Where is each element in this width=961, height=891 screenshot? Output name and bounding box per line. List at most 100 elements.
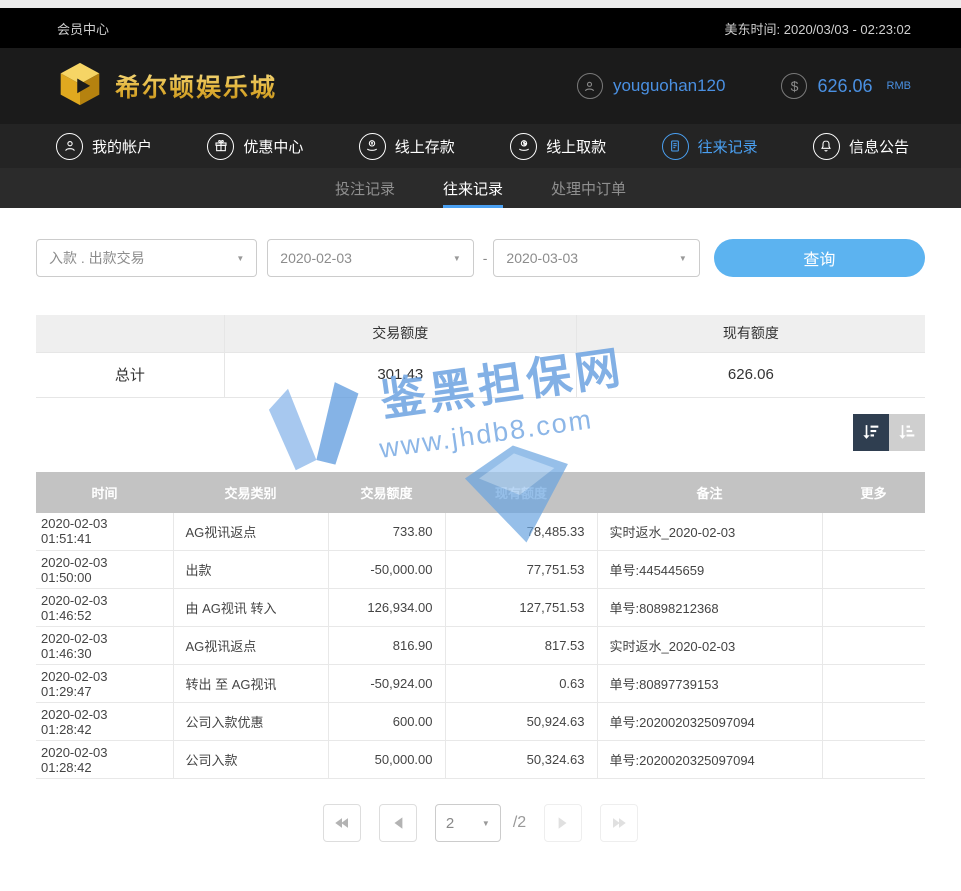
cell-type: 出款 <box>173 551 328 589</box>
balance-currency: RMB <box>887 80 911 92</box>
cell-time: 2020-02-03 01:46:30 <box>36 627 173 665</box>
server-time: 美东时间: 2020/03/03 - 02:23:02 <box>725 19 911 38</box>
date-to-select[interactable]: 2020-03-03 <box>493 239 699 277</box>
previous-page-button[interactable] <box>379 804 417 842</box>
summary-total-label: 总计 <box>36 352 224 397</box>
transaction-type-select[interactable]: 入款 . 出款交易 <box>36 239 257 277</box>
cell-more <box>822 627 925 665</box>
cell-balance: 77,751.53 <box>445 551 597 589</box>
gift-icon <box>207 133 234 160</box>
cell-time: 2020-02-03 01:28:42 <box>36 741 173 779</box>
table-row: 2020-02-03 01:28:42 公司入款优惠 600.00 50,924… <box>36 703 925 741</box>
header-type: 交易类别 <box>173 472 328 513</box>
cell-amount: -50,924.00 <box>328 665 445 703</box>
cell-amount: 600.00 <box>328 703 445 741</box>
cell-more <box>822 551 925 589</box>
cell-more <box>822 513 925 551</box>
cell-remark: 单号:2020020325097094 <box>597 703 822 741</box>
tab-pending-orders[interactable]: 处理中订单 <box>551 168 626 208</box>
date-from-select[interactable]: 2020-02-03 <box>267 239 473 277</box>
balance-amount: 626.06 <box>817 76 872 97</box>
sort-descending-button[interactable] <box>853 414 889 451</box>
sub-nav: 投注记录 往来记录 处理中订单 <box>0 168 961 208</box>
nav-item-my-account[interactable]: 我的帐户 <box>56 133 152 160</box>
summary-header-trade: 交易额度 <box>224 315 576 352</box>
search-button[interactable]: 查询 <box>714 239 925 277</box>
total-pages: /2 <box>513 814 526 832</box>
sort-controls <box>36 414 925 451</box>
cell-balance: 817.53 <box>445 627 597 665</box>
nav-item-deposit[interactable]: 线上存款 <box>359 133 455 160</box>
cell-amount: 126,934.00 <box>328 589 445 627</box>
cell-type: 由 AG视讯 转入 <box>173 589 328 627</box>
user-icon <box>56 133 83 160</box>
date-from-value: 2020-02-03 <box>280 250 352 266</box>
cell-balance: 50,324.63 <box>445 741 597 779</box>
nav-label: 线上存款 <box>395 136 455 157</box>
cell-type: AG视讯返点 <box>173 513 328 551</box>
user-account[interactable]: youguohan120 <box>577 73 726 99</box>
cell-remark: 实时返水_2020-02-03 <box>597 513 822 551</box>
wallet-balance[interactable]: $ 626.06 RMB <box>781 73 911 99</box>
current-page: 2 <box>446 815 454 832</box>
nav-label: 信息公告 <box>849 136 909 157</box>
user-icon <box>577 73 603 99</box>
last-page-button[interactable] <box>600 804 638 842</box>
cell-balance: 127,751.53 <box>445 589 597 627</box>
cell-type: AG视讯返点 <box>173 627 328 665</box>
table-row: 2020-02-03 01:29:47 转出 至 AG视讯 -50,924.00… <box>36 665 925 703</box>
page-select[interactable]: 2 <box>435 804 501 842</box>
date-range-separator: - <box>483 250 488 266</box>
transaction-type-value: 入款 . 出款交易 <box>49 248 145 268</box>
brand-header: 希尔顿娱乐城 youguohan120 $ 626.06 RMB <box>0 48 961 124</box>
table-row: 2020-02-03 01:50:00 出款 -50,000.00 77,751… <box>36 551 925 589</box>
cell-type: 公司入款优惠 <box>173 703 328 741</box>
summary-header-empty <box>36 315 224 352</box>
withdraw-icon <box>510 133 537 160</box>
cell-remark: 单号:80897739153 <box>597 665 822 703</box>
nav-item-announcements[interactable]: 信息公告 <box>813 133 909 160</box>
header-amount: 交易额度 <box>328 472 445 513</box>
cell-more <box>822 665 925 703</box>
pagination: 2 /2 <box>36 804 925 842</box>
first-page-button[interactable] <box>323 804 361 842</box>
summary-header-balance: 现有额度 <box>576 315 925 352</box>
date-to-value: 2020-03-03 <box>506 250 578 266</box>
cell-more <box>822 741 925 779</box>
main-nav: 我的帐户 优惠中心 线上存款 线上取款 往来记录 信息公告 <box>0 124 961 168</box>
transactions-table: 时间 交易类别 交易额度 现有额度 备注 更多 2020-02-03 01:51… <box>36 472 925 780</box>
tab-bet-records[interactable]: 投注记录 <box>335 168 395 208</box>
header-balance: 现有额度 <box>445 472 597 513</box>
nav-item-promotions[interactable]: 优惠中心 <box>207 133 303 160</box>
page-title: 会员中心 <box>57 19 109 38</box>
cell-type: 转出 至 AG视讯 <box>173 665 328 703</box>
cell-type: 公司入款 <box>173 741 328 779</box>
filter-bar: 入款 . 出款交易 2020-02-03 - 2020-03-03 查询 <box>36 239 925 277</box>
nav-item-transactions[interactable]: 往来记录 <box>662 133 758 160</box>
cell-balance: 50,924.63 <box>445 703 597 741</box>
cell-remark: 单号:445445659 <box>597 551 822 589</box>
cell-amount: 733.80 <box>328 513 445 551</box>
cell-balance: 0.63 <box>445 665 597 703</box>
topbar: 会员中心 美东时间: 2020/03/03 - 02:23:02 <box>0 8 961 48</box>
table-row: 2020-02-03 01:46:52 由 AG视讯 转入 126,934.00… <box>36 589 925 627</box>
next-page-button[interactable] <box>544 804 582 842</box>
summary-table: 交易额度 现有额度 总计 301.43 626.06 <box>36 315 925 398</box>
brand[interactable]: 希尔顿娱乐城 <box>57 61 277 112</box>
nav-item-withdraw[interactable]: 线上取款 <box>510 133 606 160</box>
cell-amount: 816.90 <box>328 627 445 665</box>
summary-balance-total: 626.06 <box>576 352 925 397</box>
cell-balance: 78,485.33 <box>445 513 597 551</box>
tab-transaction-records[interactable]: 往来记录 <box>443 168 503 208</box>
cell-remark: 单号:80898212368 <box>597 589 822 627</box>
table-row: 2020-02-03 01:46:30 AG视讯返点 816.90 817.53… <box>36 627 925 665</box>
nav-label: 往来记录 <box>698 136 758 157</box>
records-icon <box>662 133 689 160</box>
nav-label: 我的帐户 <box>92 136 152 157</box>
cell-time: 2020-02-03 01:29:47 <box>36 665 173 703</box>
sort-ascending-button[interactable] <box>889 414 925 451</box>
header-more: 更多 <box>822 472 925 513</box>
bell-icon <box>813 133 840 160</box>
cell-remark: 单号:2020020325097094 <box>597 741 822 779</box>
cell-time: 2020-02-03 01:46:52 <box>36 589 173 627</box>
